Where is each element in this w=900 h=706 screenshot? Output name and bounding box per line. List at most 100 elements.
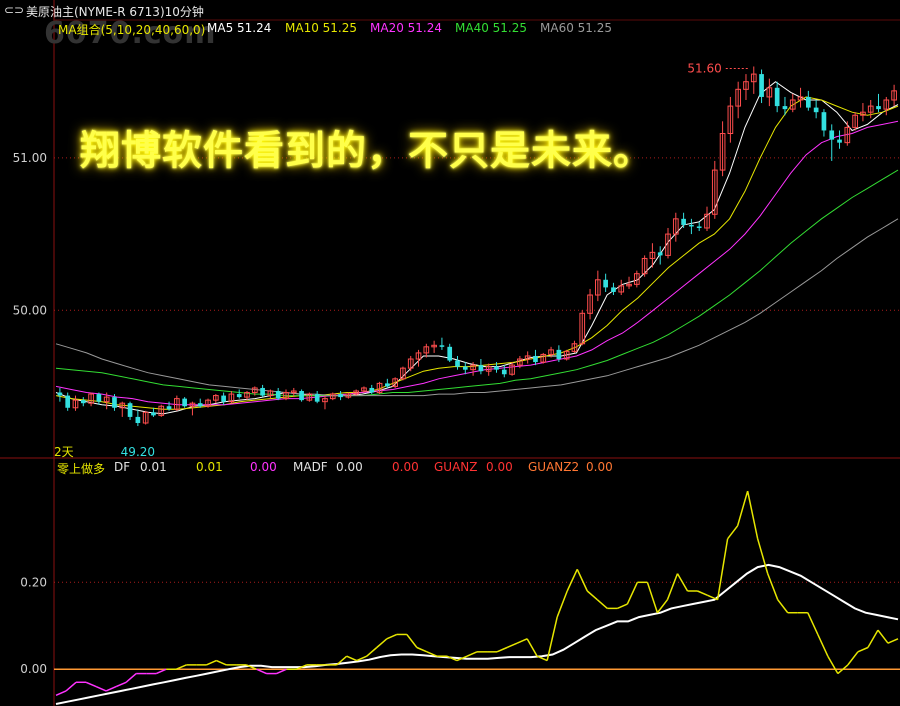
title-bar: ⊂⊃ 美原油主(NYME-R 6713)10分钟	[0, 0, 900, 20]
df-line-segment	[626, 581, 639, 605]
df-line-segment	[617, 603, 628, 610]
df-line-segment	[105, 685, 117, 692]
df-line-segment	[887, 638, 899, 644]
candle-body-down	[782, 106, 788, 110]
guanz2-value: 0.00	[586, 460, 613, 474]
df-line-segment	[115, 681, 127, 688]
chart-canvas: 51.0050.000.200.00 51.6049.202天	[0, 0, 900, 706]
df-line-segment	[216, 659, 227, 666]
df-line-segment	[697, 590, 708, 597]
candle-body-down	[829, 130, 835, 140]
df-value: 0.01	[140, 460, 167, 474]
ma-line-ma60	[55, 218, 899, 397]
candle-body-down	[221, 395, 226, 402]
df-line-segment	[376, 638, 388, 649]
ma-group-label[interactable]: MA组合(5,10,20,40,60,0)	[58, 21, 205, 38]
candle-body-down	[876, 106, 881, 110]
df-line-segment	[817, 634, 829, 657]
df-line-segment	[566, 568, 578, 592]
ma-legend: MA组合(5,10,20,40,60,0) MA5 51.24 MA10 51.…	[0, 19, 900, 37]
df-line-segment	[206, 659, 217, 666]
madf-label: MADF	[293, 460, 328, 474]
candle-body-down	[494, 366, 499, 370]
candle-body-down	[611, 287, 616, 292]
ma60-label: MA60 51.25	[540, 21, 612, 35]
candle-body-down	[813, 107, 819, 113]
candle-body-down	[197, 403, 203, 407]
ma10-label: MA10 51.25	[285, 21, 357, 35]
candle-body-down	[821, 112, 827, 131]
df-line-segment	[666, 573, 679, 600]
candle-body-down	[533, 355, 538, 363]
candle-body-down	[151, 412, 156, 416]
indicator-name[interactable]: 零上做多	[57, 460, 105, 477]
indicator-legend: 零上做多 DF 0.01 0.01 0.00 MADF 0.00 0.00 GU…	[0, 458, 900, 476]
df-line-segment	[466, 651, 478, 657]
df-line-segment	[727, 525, 739, 540]
df-line-segment	[766, 573, 779, 600]
df-line-segment	[526, 638, 538, 657]
candle-body-down	[96, 394, 102, 402]
candle-body-down	[681, 218, 686, 225]
candle-body-down	[338, 394, 343, 398]
high-price-label: 51.60	[687, 61, 721, 75]
guanz2-label: GUANZ2	[528, 460, 580, 474]
ma40-label: MA40 51.25	[455, 21, 527, 35]
candle-body-down	[57, 392, 63, 396]
candle-body-down	[166, 406, 172, 410]
indicator-tick-label: 0.00	[20, 662, 47, 676]
candle-body-down	[556, 349, 562, 360]
candle-body-down	[236, 394, 242, 398]
df-line-segment	[85, 681, 97, 688]
ma20-label: MA20 51.24	[370, 21, 442, 35]
df-line-segment	[95, 685, 107, 692]
df-line-segment	[65, 681, 77, 692]
candle-body-down	[80, 400, 86, 404]
df-line-segment	[867, 629, 879, 648]
df-line-segment	[596, 599, 608, 609]
indicator-tick-label: 0.20	[20, 575, 47, 589]
df-line-segment	[125, 673, 137, 683]
candle-body-down	[759, 74, 764, 97]
candle-body-down	[260, 387, 265, 396]
candle-body-down	[447, 346, 453, 361]
candle-body-down	[455, 360, 460, 367]
candle-body-down	[314, 394, 320, 402]
df-line-segment	[416, 646, 428, 653]
candle-body-down	[65, 395, 71, 408]
headline-overlay: 翔博软件看到的，不只是未来。	[80, 127, 654, 174]
candle-body-down	[689, 224, 694, 227]
df-positive-value: 0.01	[196, 460, 223, 474]
ma-line-ma40	[55, 169, 899, 397]
df-line-segment	[857, 646, 869, 653]
y-axis-labels: 51.00 50.00 0.20 0.00	[13, 151, 47, 676]
candle-body-down	[837, 139, 842, 143]
df-line-segment	[386, 633, 398, 640]
menu-icon[interactable]: ⊂⊃	[4, 3, 24, 17]
candle-body-down	[369, 387, 375, 393]
candle-body-down	[696, 226, 702, 228]
df-line-segment	[877, 629, 889, 644]
candle-body-down	[385, 383, 390, 387]
chart-title: 美原油主(NYME-R 6713)10分钟	[26, 5, 204, 19]
df-line-segment	[556, 590, 568, 618]
price-tick-label: 51.00	[13, 151, 47, 165]
df-line-segment	[516, 638, 528, 644]
candle-body-down	[806, 96, 811, 108]
candle-body-down	[462, 366, 468, 370]
df-line-segment	[646, 582, 659, 613]
candle-body-down	[112, 397, 117, 408]
df-line-segment	[746, 490, 759, 540]
candle-body-down	[182, 398, 187, 407]
candle-body-down	[275, 391, 281, 399]
candle-body-down	[135, 416, 141, 424]
candle-body-down	[478, 365, 484, 372]
df-line-segment	[807, 612, 819, 635]
df-line-segment	[55, 690, 67, 696]
df-label: DF	[114, 460, 131, 474]
df-line-segment	[366, 646, 378, 657]
df-line-segment	[777, 599, 789, 614]
candle-body-down	[501, 369, 507, 375]
df-line-segment	[496, 646, 508, 653]
guanz-value: 0.00	[486, 460, 513, 474]
